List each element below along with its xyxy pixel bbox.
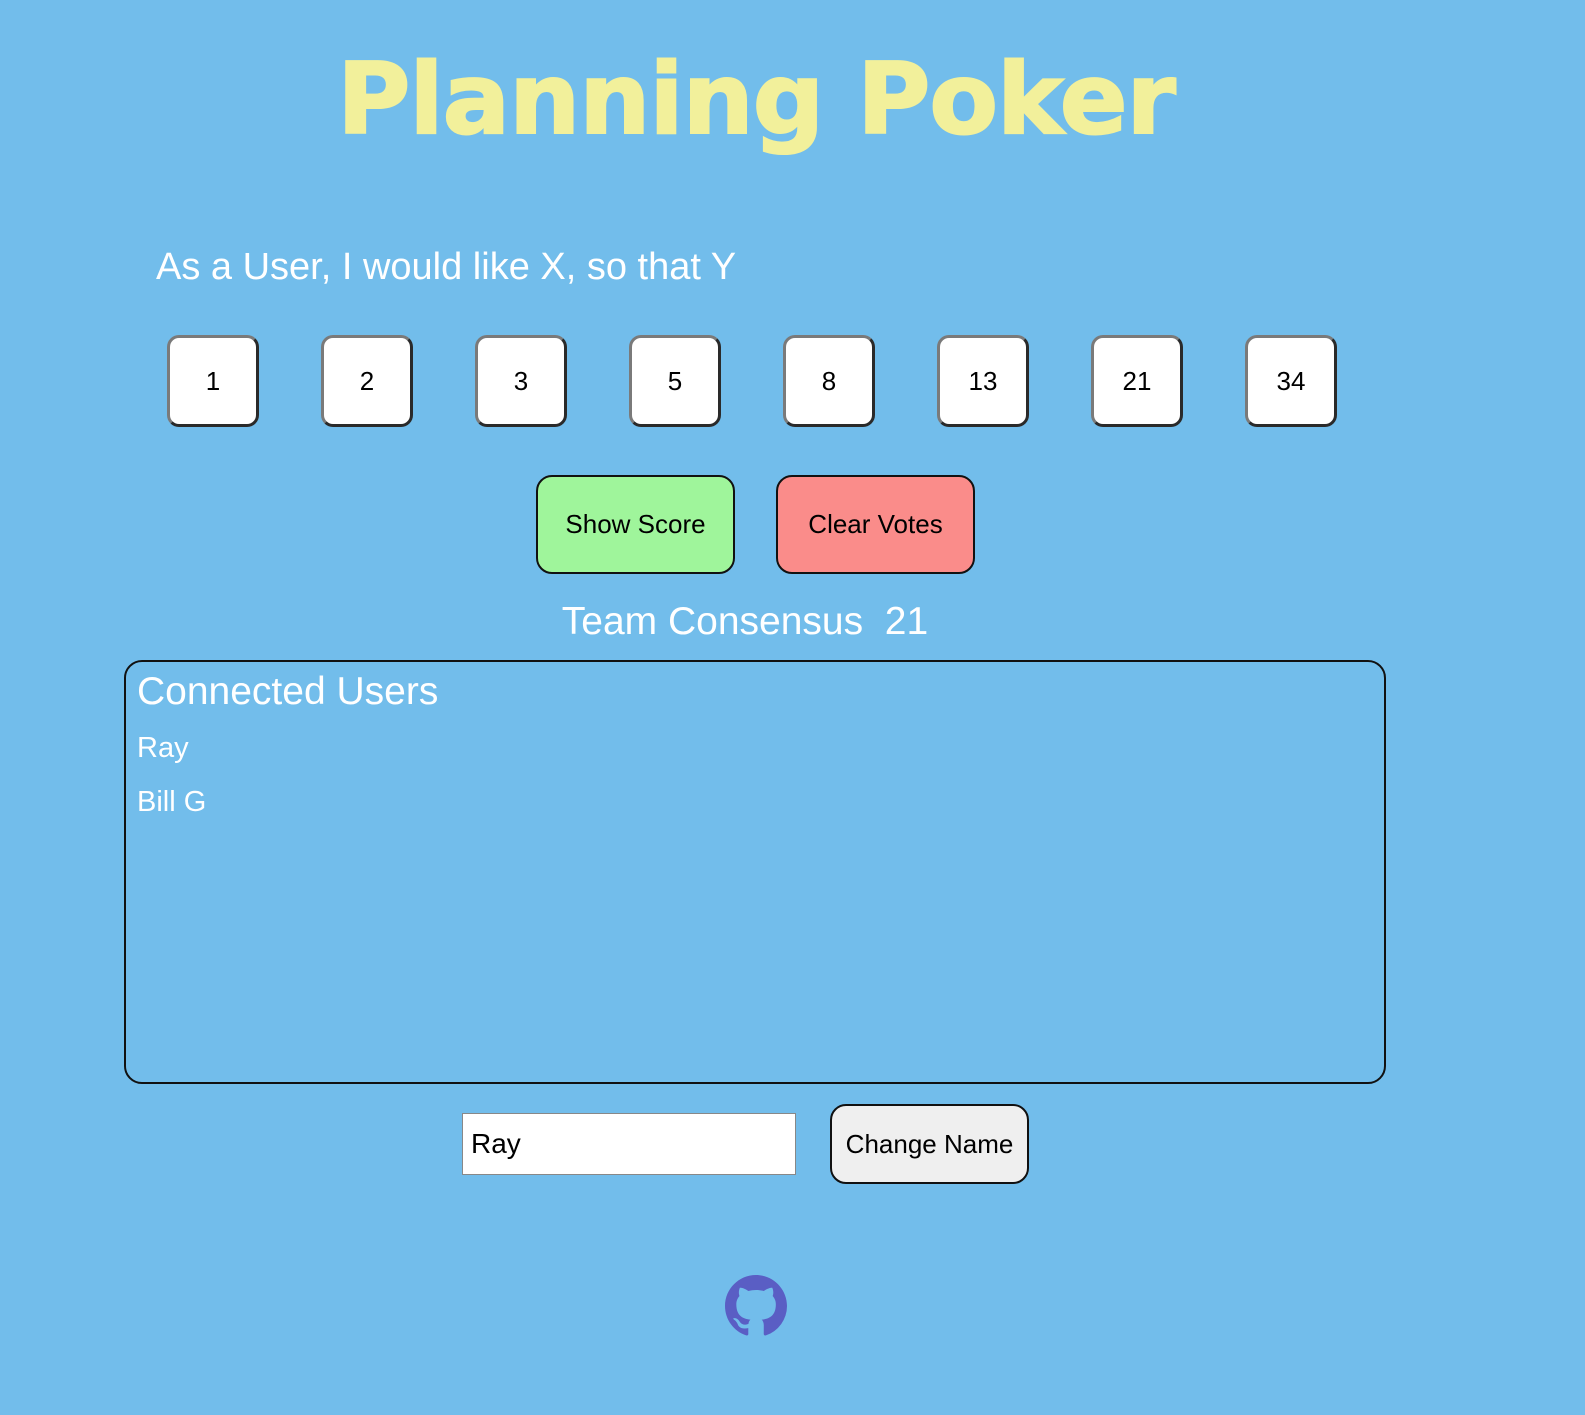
connected-users-title: Connected Users: [137, 670, 439, 713]
name-input[interactable]: [462, 1113, 796, 1175]
page: Planning Poker As a User, I would like X…: [0, 0, 1585, 1415]
vote-card-21[interactable]: 21: [1091, 335, 1183, 427]
vote-card-1[interactable]: 1: [167, 335, 259, 427]
consensus-label: Team Consensus: [561, 600, 864, 643]
github-icon[interactable]: [725, 1275, 787, 1337]
page-title: Planning Poker: [336, 42, 1177, 158]
vote-card-34[interactable]: 34: [1245, 335, 1337, 427]
vote-card-3[interactable]: 3: [475, 335, 567, 427]
team-consensus: Team Consensus 21: [0, 600, 1490, 644]
vote-card-13[interactable]: 13: [937, 335, 1029, 427]
connected-users-panel: Connected Users Ray Bill G: [124, 660, 1386, 1084]
user-list-item: Bill G: [137, 786, 207, 818]
vote-card-5[interactable]: 5: [629, 335, 721, 427]
vote-card-2[interactable]: 2: [321, 335, 413, 427]
vote-cards: 1 2 3 5 8 13 21 34: [167, 335, 1347, 435]
clear-votes-button[interactable]: Clear Votes: [776, 475, 975, 574]
change-name-button[interactable]: Change Name: [830, 1104, 1029, 1184]
vote-card-8[interactable]: 8: [783, 335, 875, 427]
consensus-value: 21: [884, 600, 929, 643]
user-story: As a User, I would like X, so that Y: [156, 246, 737, 288]
user-list-item: Ray: [137, 732, 189, 764]
show-score-button[interactable]: Show Score: [536, 475, 735, 574]
